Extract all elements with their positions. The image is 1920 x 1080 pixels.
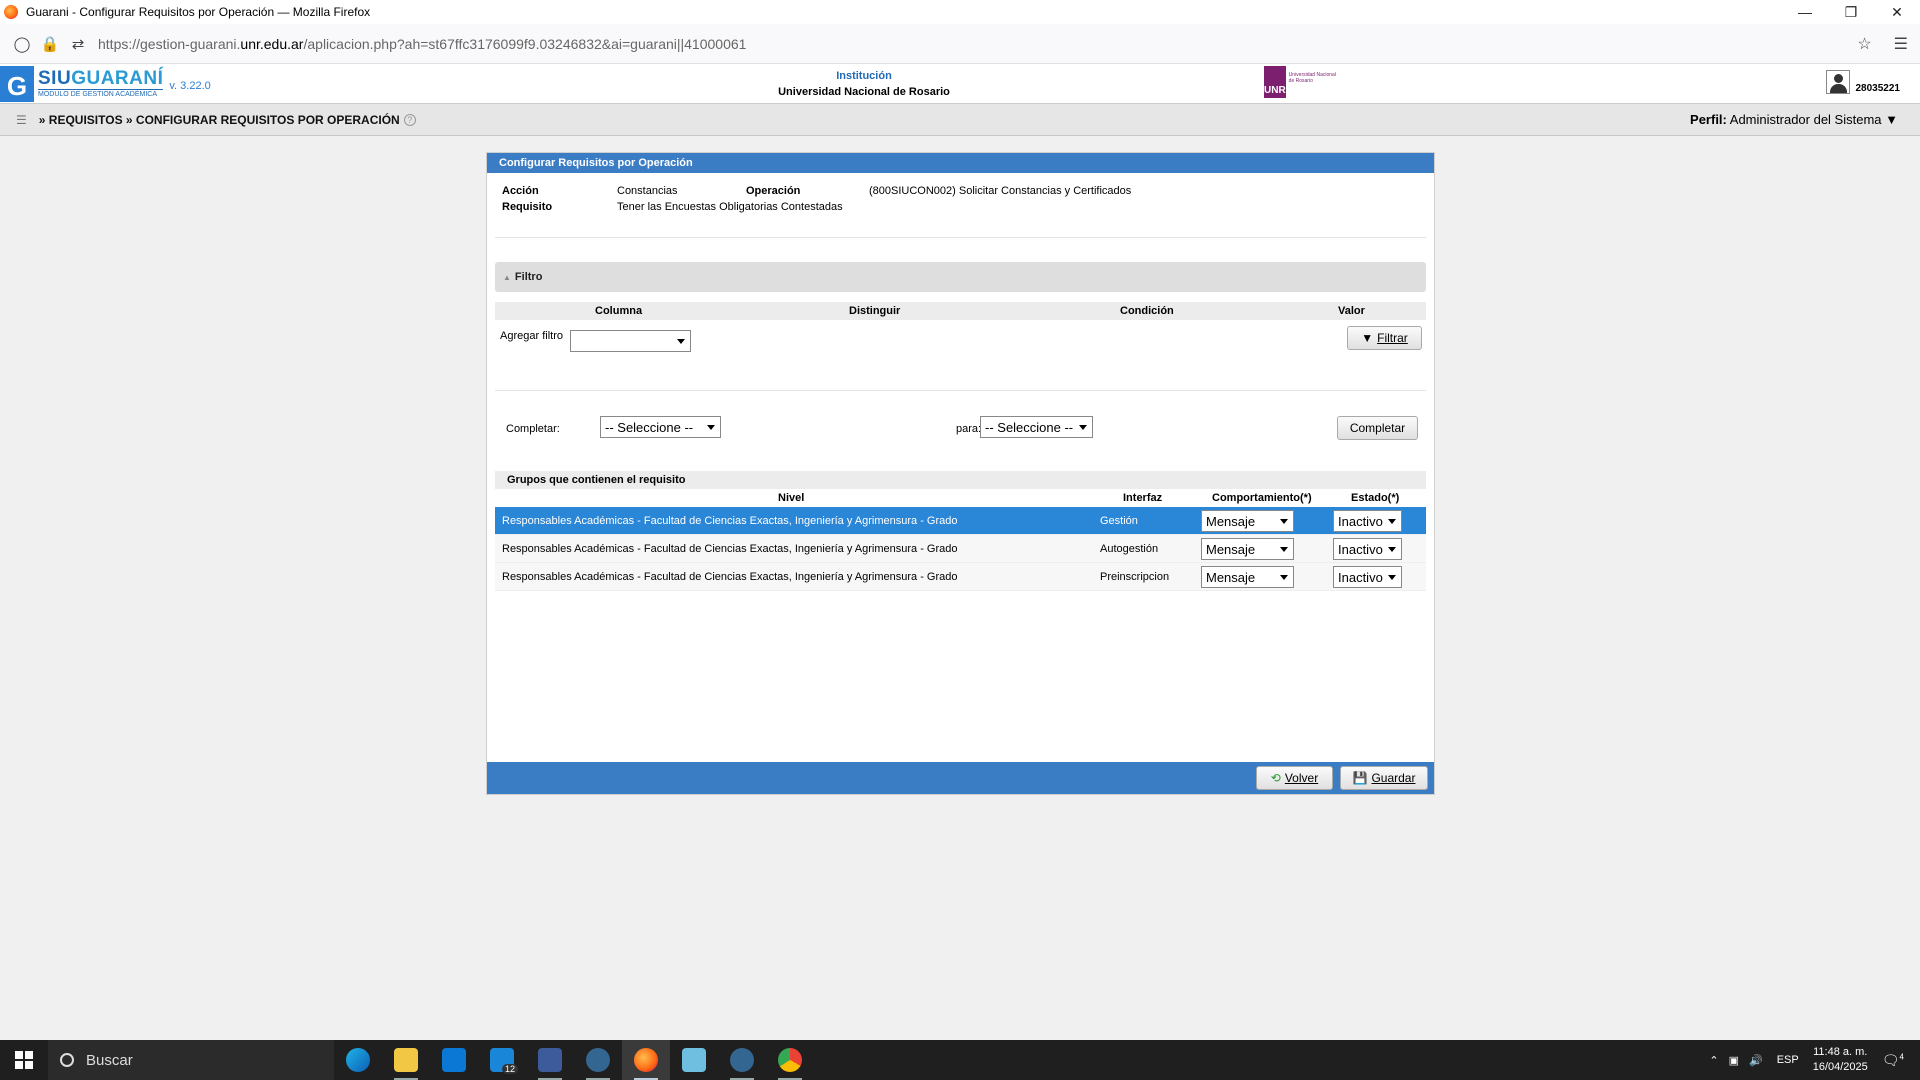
comportamiento-select[interactable]: Mensaje [1201,566,1294,588]
url-field[interactable]: https://gestion-guarani.unr.edu.ar/aplic… [98,36,746,52]
app-header: G SIUGUARANÍ MÓDULO DE GESTIÓN ACADÉMICA… [0,64,1920,104]
volume-icon[interactable]: 🔊 [1749,1054,1763,1067]
minimize-button[interactable]: — [1782,0,1828,24]
chrome-icon[interactable] [766,1040,814,1080]
funnel-icon: ▼ [1361,331,1374,345]
chevron-down-icon [1388,519,1396,524]
breadcrumb[interactable]: » REQUISITOS » CONFIGURAR REQUISITOS POR… [39,113,400,127]
user-id: 28035221 [1855,83,1901,94]
window-titlebar: Guarani - Configurar Requisitos por Oper… [0,0,1920,24]
operation-info: Acción Constancias Operación (800SIUCON0… [502,185,1132,213]
completar-select[interactable]: -- Seleccione -- [600,416,721,438]
para-select[interactable]: -- Seleccione -- [980,416,1093,438]
language-indicator[interactable]: ESP [1777,1054,1799,1066]
completar-row: Completar: -- Seleccione -- para: -- Sel… [495,391,1426,471]
version-label: v. 3.22.0 [169,80,211,92]
panel-title: Configurar Requisitos por Operación [487,153,1434,173]
notifications-icon[interactable]: 🗨4 [1882,1052,1904,1069]
panel-footer: ⟲ Volver 💾 Guardar [487,762,1434,794]
breadcrumb-bar: ☰ » REQUISITOS » CONFIGURAR REQUISITOS P… [0,104,1920,136]
comportamiento-select[interactable]: Mensaje [1201,510,1294,532]
chevron-down-icon [1079,425,1087,430]
window-title: Guarani - Configurar Requisitos por Oper… [26,5,371,19]
permissions-icon[interactable]: ⇄ [64,35,92,53]
edge-icon[interactable] [334,1040,382,1080]
chevron-down-icon [1280,575,1288,580]
user-menu[interactable]: 28035221 [1825,70,1901,94]
hamburger-menu-icon[interactable]: ☰ [1894,34,1908,54]
close-button[interactable]: ✕ [1874,0,1920,24]
firefox-taskbar-icon[interactable] [622,1040,670,1080]
remote-app-icon[interactable] [526,1040,574,1080]
config-panel: Configurar Requisitos por Operación Acci… [486,152,1435,795]
filtro-header[interactable]: ▲ Filtro [495,262,1426,292]
file-explorer-icon[interactable] [382,1040,430,1080]
postgres-icon[interactable] [574,1040,622,1080]
windows-start-icon[interactable] [0,1040,48,1080]
network-icon[interactable]: ▣ [1729,1054,1739,1067]
shield-icon[interactable]: ◯ [8,35,36,53]
volver-button[interactable]: ⟲ Volver [1256,766,1333,790]
siu-guarani-logo[interactable]: G SIUGUARANÍ MÓDULO DE GESTIÓN ACADÉMICA… [0,64,211,104]
perfil-selector[interactable]: Perfil: Administrador del Sistema ▼ [1690,112,1898,127]
firefox-icon [4,5,18,19]
grupos-title: Grupos que contienen el requisito [495,471,1426,489]
completar-button[interactable]: Completar [1337,416,1418,440]
back-arrow-icon: ⟲ [1270,771,1281,785]
bookmark-star-icon[interactable]: ☆ [1857,34,1871,54]
guardar-button[interactable]: 💾 Guardar [1340,766,1428,790]
chevron-down-icon [1388,547,1396,552]
accion-value: Constancias [617,185,678,197]
chevron-down-icon [1388,575,1396,580]
clock[interactable]: 11:48 a. m. 16/04/2025 [1813,1045,1868,1075]
estado-select[interactable]: Inactivo [1333,510,1402,532]
mail-badge: 12 [501,1064,518,1074]
agregar-filtro-select[interactable] [570,330,691,352]
user-avatar-icon [1825,70,1850,94]
estado-select[interactable]: Inactivo [1333,566,1402,588]
operacion-value: (800SIUCON002) Solicitar Constancias y C… [869,185,1132,197]
taskbar-search[interactable]: Buscar [48,1040,334,1080]
grupos-table: Grupos que contienen el requisito Nivel … [495,471,1426,591]
table-row[interactable]: Responsables Académicas - Facultad de Ci… [495,535,1426,563]
system-tray: ⌃ ▣ 🔊 ESP 11:48 a. m. 16/04/2025 🗨4 [1709,1040,1920,1080]
estado-select[interactable]: Inactivo [1333,538,1402,560]
help-icon[interactable]: ? [403,113,416,126]
institution-info: Institución Universidad Nacional de Rosa… [778,70,950,98]
store-icon[interactable] [430,1040,478,1080]
filtro-columns: Columna Distinguir Condición Valor [495,302,1426,320]
chevron-down-icon [707,425,715,430]
collapse-icon: ▲ [503,272,511,282]
grupos-columns: Nivel Interfaz Comportamiento(*) Estado(… [495,489,1426,507]
menu-toggle-icon[interactable]: ☰ [16,113,27,127]
chevron-up-icon[interactable]: ⌃ [1709,1054,1718,1067]
notes-icon[interactable] [670,1040,718,1080]
restore-button[interactable]: ❐ [1828,0,1874,24]
address-bar: ◯ 🔒 ⇄ https://gestion-guarani.unr.edu.ar… [0,24,1920,64]
search-icon [60,1053,74,1067]
floppy-disk-icon: 💾 [1352,771,1368,785]
table-row[interactable]: Responsables Académicas - Facultad de Ci… [495,563,1426,591]
taskbar: Buscar 12 ⌃ ▣ 🔊 ESP 11:48 a. m. 16/04/20… [0,1040,1920,1080]
postgres-icon-2[interactable] [718,1040,766,1080]
chevron-down-icon [1280,519,1288,524]
requisito-value: Tener las Encuestas Obligatorias Contest… [617,201,843,213]
chevron-down-icon [1280,547,1288,552]
mail-icon[interactable]: 12 [478,1040,526,1080]
comportamiento-select[interactable]: Mensaje [1201,538,1294,560]
lock-icon[interactable]: 🔒 [36,35,64,53]
unr-logo: UNR Universidad Nacional de Rosario [1264,66,1336,98]
divider [495,237,1426,238]
chevron-down-icon [677,339,685,344]
filtro-row: Agregar filtro ▼ Filtrar [495,320,1426,390]
table-row[interactable]: Responsables Académicas - Facultad de Ci… [495,507,1426,535]
filtrar-button[interactable]: ▼ Filtrar [1347,326,1422,350]
